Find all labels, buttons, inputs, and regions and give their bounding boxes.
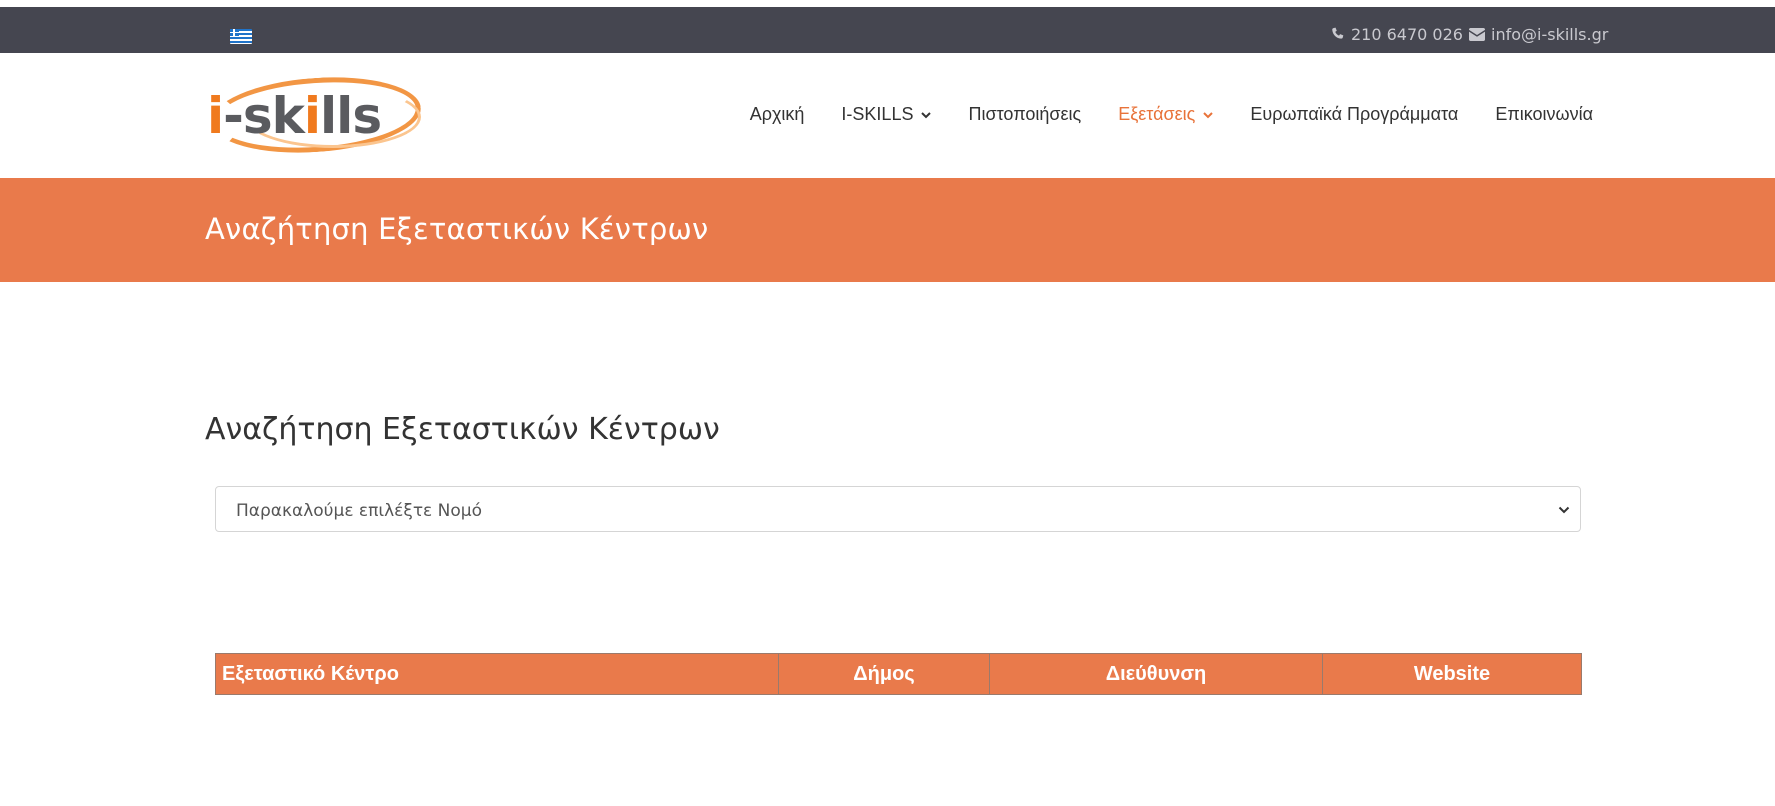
phone-icon (1332, 27, 1344, 39)
phone-contact[interactable]: 210 6470 026 (1330, 25, 1463, 44)
section-title: Αναζήτηση Εξεταστικών Κέντρων (205, 412, 720, 447)
county-select-value: Παρακαλούμε επιλέξτε Νομό (236, 501, 482, 521)
page-banner: Αναζήτηση Εξεταστικών Κέντρων (0, 178, 1775, 282)
banner-title: Αναζήτηση Εξεταστικών Κέντρων (205, 212, 709, 246)
nav-item-i-skills[interactable]: I-SKILLS (841, 104, 932, 125)
nav-item-contact[interactable]: Επικοινωνία (1495, 104, 1593, 125)
email-address: info@i-skills.gr (1491, 25, 1609, 44)
phone-number: 210 6470 026 (1351, 25, 1463, 44)
email-contact[interactable]: info@i-skills.gr (1469, 25, 1608, 44)
site-logo[interactable]: i-skills (205, 70, 424, 162)
column-header-website[interactable]: Website (1322, 653, 1582, 695)
column-header-exam-center[interactable]: Εξεταστικό Κέντρο (215, 653, 779, 695)
nav-item-home[interactable]: Αρχική (750, 104, 805, 125)
county-select[interactable]: Παρακαλούμε επιλέξτε Νομό (215, 486, 1581, 532)
envelope-icon (1469, 28, 1485, 41)
nav-item-certifications[interactable]: Πιστοποιήσεις (968, 104, 1081, 125)
column-header-address[interactable]: Διεύθυνση (989, 653, 1323, 695)
main-nav: Αρχική I-SKILLS Πιστοποιήσεις Εξετάσεις … (750, 104, 1593, 125)
chevron-down-icon (1558, 506, 1570, 514)
greek-flag-icon[interactable] (230, 29, 252, 44)
logo-wordmark: i-skills (207, 87, 382, 145)
exam-centers-table: Εξεταστικό Κέντρο Δήμος Διεύθυνση Websit… (215, 653, 1582, 695)
table-header-row: Εξεταστικό Κέντρο Δήμος Διεύθυνση Websit… (215, 653, 1582, 695)
chevron-down-icon (921, 111, 932, 118)
chevron-down-icon (1203, 111, 1214, 118)
top-bar: 210 6470 026 info@i-skills.gr (0, 7, 1775, 53)
nav-item-european-programs[interactable]: Ευρωπαϊκά Προγράμματα (1250, 104, 1458, 125)
column-header-municipality[interactable]: Δήμος (778, 653, 990, 695)
nav-item-exams[interactable]: Εξετάσεις (1118, 104, 1214, 125)
